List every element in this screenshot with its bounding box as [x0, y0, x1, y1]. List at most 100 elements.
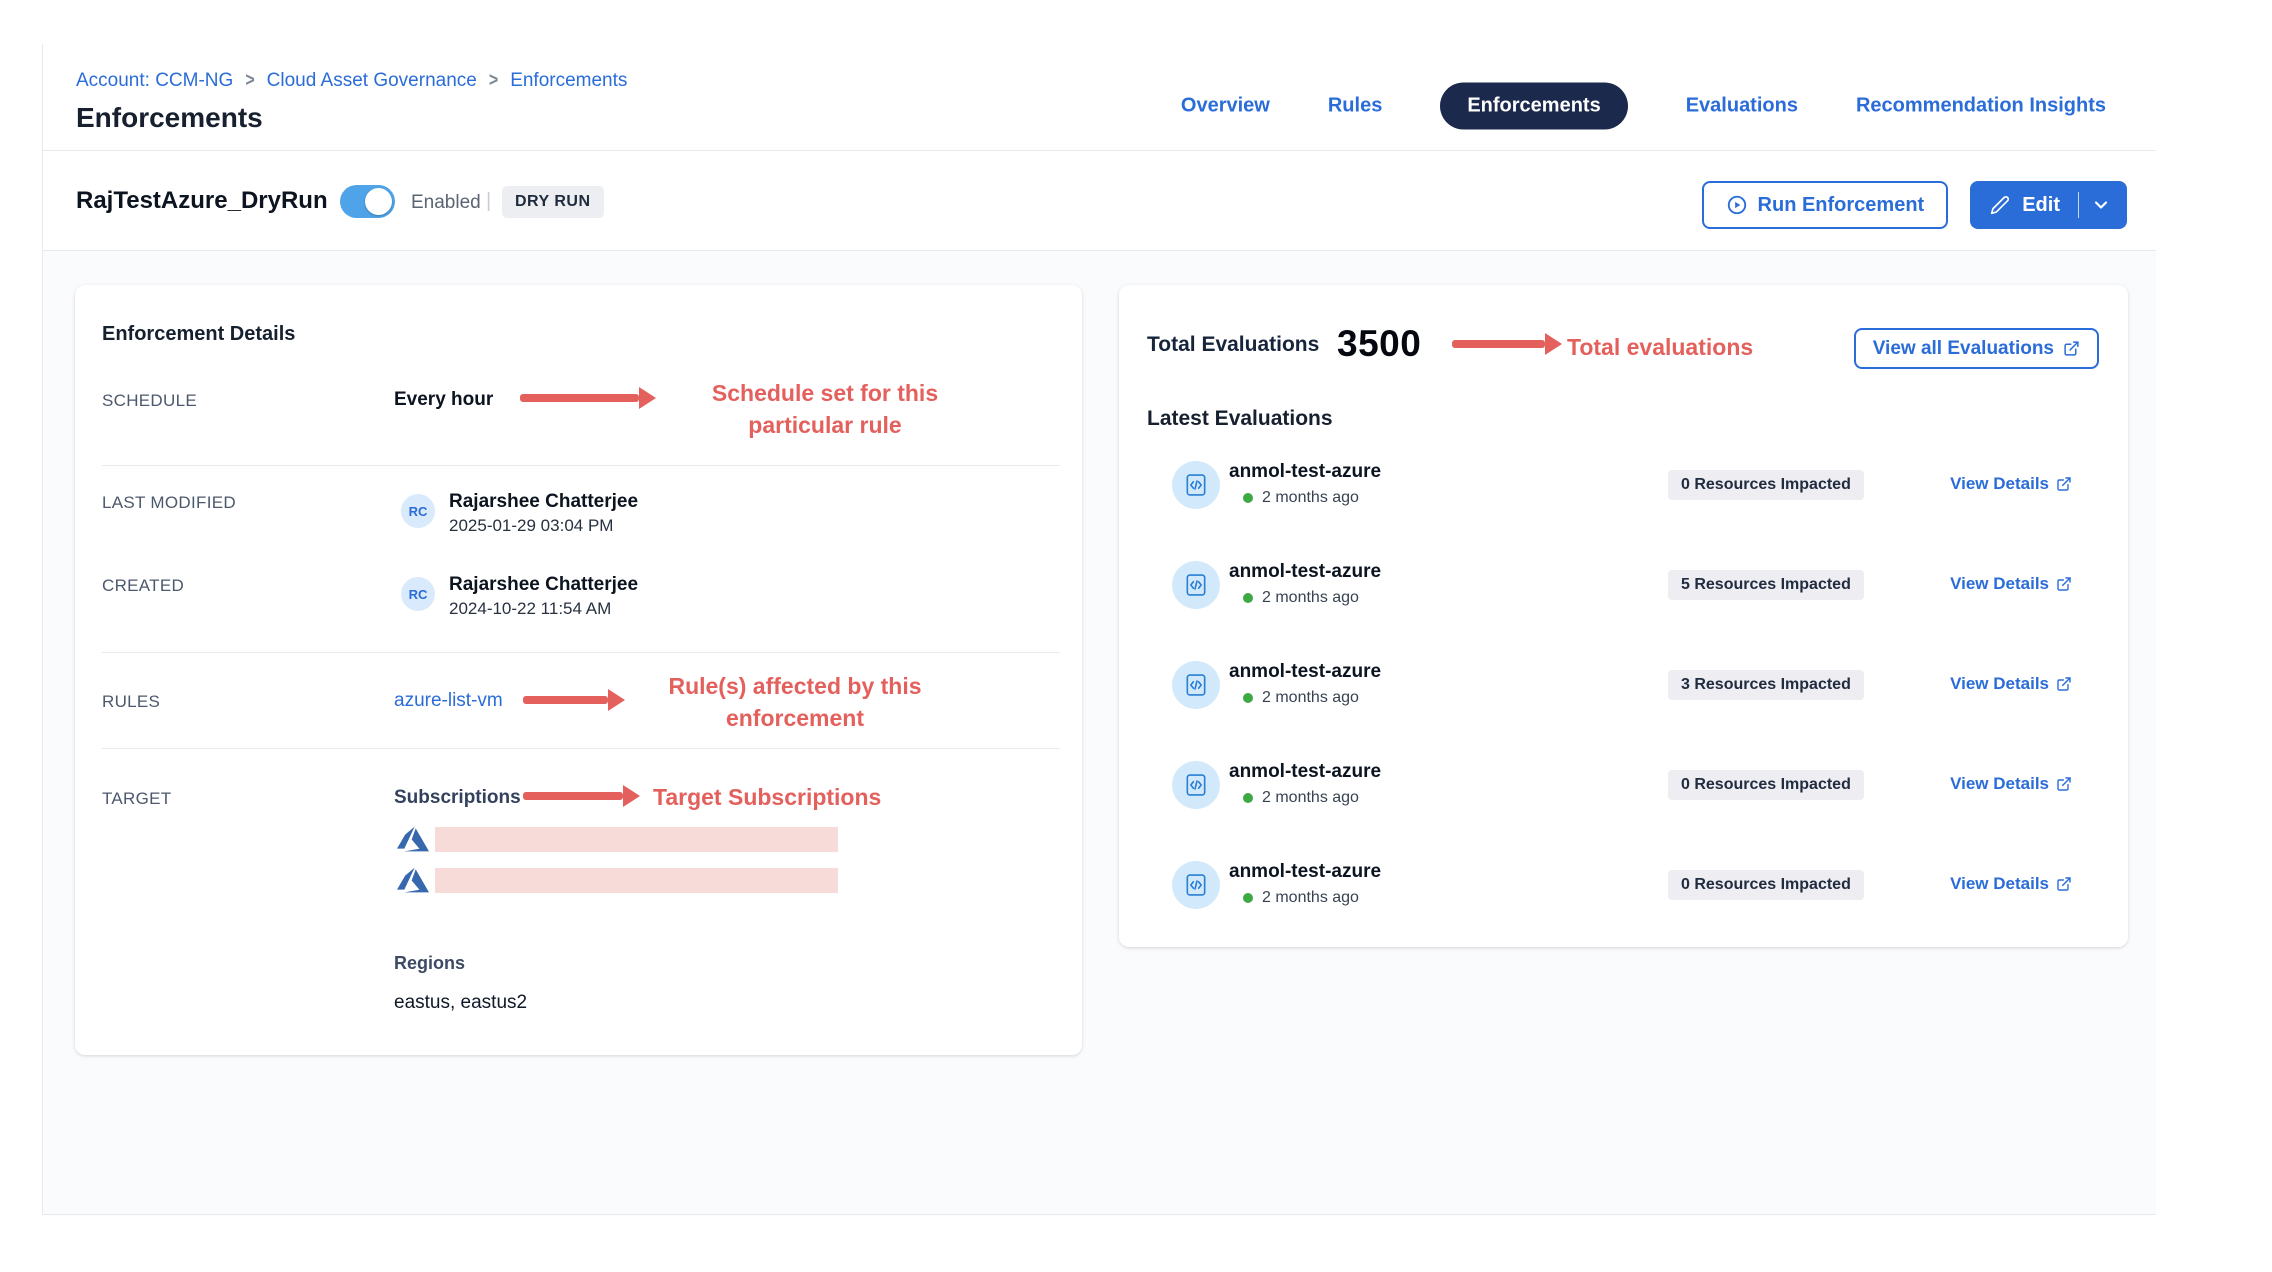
row-divider [102, 652, 1060, 653]
schedule-value: Every hour [394, 389, 493, 411]
view-details-link[interactable]: View Details [1950, 674, 2072, 694]
created-name: Rajarshee Chatterjee [449, 574, 638, 596]
evaluation-code-icon [1172, 661, 1220, 709]
view-all-evaluations-button[interactable]: View all Evaluations [1854, 328, 2099, 369]
view-details-label: View Details [1950, 574, 2049, 594]
breadcrumb-separator-icon: > [245, 70, 254, 92]
external-link-icon [2056, 776, 2072, 792]
schedule-annotation-arrow-icon [520, 387, 656, 409]
schedule-label: SCHEDULE [102, 391, 197, 411]
nav-tabs: Overview Rules Enforcements Evaluations … [1181, 83, 2106, 130]
evaluation-code-icon [1172, 561, 1220, 609]
content-panel: Account: CCM-NG > Cloud Asset Governance… [42, 44, 2156, 1215]
rules-annotation: Rule(s) affected by this enforcement [635, 670, 955, 734]
toggle-knob [365, 188, 392, 215]
evaluation-row: anmol-test-azure 2 months ago 5 Resource… [1119, 561, 2128, 633]
regions-value: eastus, eastus2 [394, 992, 527, 1014]
run-enforcement-label: Run Enforcement [1758, 194, 1925, 217]
avatar: RC [401, 577, 435, 611]
evaluation-name: anmol-test-azure [1229, 661, 1381, 683]
breadcrumb: Account: CCM-NG > Cloud Asset Governance… [76, 70, 627, 92]
view-details-link[interactable]: View Details [1950, 474, 2072, 494]
azure-logo-icon [397, 864, 429, 896]
breadcrumb-item-account[interactable]: Account: CCM-NG [76, 70, 233, 92]
edit-button[interactable]: Edit [1970, 181, 2127, 229]
subscriptions-label: Subscriptions [394, 787, 521, 809]
last-modified-name: Rajarshee Chatterjee [449, 491, 638, 513]
total-evaluations-label: Total Evaluations [1147, 333, 1319, 357]
avatar: RC [401, 494, 435, 528]
evaluation-time: 2 months ago [1262, 789, 1359, 807]
resources-impacted-badge: 0 Resources Impacted [1668, 870, 1864, 900]
rules-annotation-arrow-icon [523, 689, 625, 711]
tab-recommendation-insights[interactable]: Recommendation Insights [1856, 95, 2106, 118]
schedule-annotation: Schedule set for this particular rule [675, 377, 975, 441]
evaluation-row: anmol-test-azure 2 months ago 0 Resource… [1119, 861, 2128, 933]
page-header: Account: CCM-NG > Cloud Asset Governance… [43, 44, 2156, 151]
evaluation-name: anmol-test-azure [1229, 861, 1381, 883]
pencil-icon [1990, 195, 2010, 215]
breadcrumb-item-cloud-asset-governance[interactable]: Cloud Asset Governance [267, 70, 477, 92]
view-details-link[interactable]: View Details [1950, 774, 2072, 794]
edit-label: Edit [2022, 194, 2060, 217]
enabled-label: Enabled [411, 192, 481, 214]
created-datetime: 2024-10-22 11:54 AM [449, 599, 611, 619]
rule-link[interactable]: azure-list-vm [394, 690, 503, 712]
page-title: Enforcements [76, 102, 263, 134]
dry-run-badge: DRY RUN [502, 186, 604, 218]
breadcrumb-item-enforcements[interactable]: Enforcements [510, 70, 627, 92]
enforcement-header: RajTestAzure_DryRun Enabled | DRY RUN Ru… [43, 151, 2156, 251]
view-details-label: View Details [1950, 874, 2049, 894]
tab-enforcements[interactable]: Enforcements [1440, 83, 1627, 130]
row-divider [102, 465, 1060, 466]
play-circle-icon [1726, 194, 1748, 216]
tab-overview[interactable]: Overview [1181, 95, 1270, 118]
evaluation-row: anmol-test-azure 2 months ago 0 Resource… [1119, 461, 2128, 533]
evaluation-code-icon [1172, 461, 1220, 509]
enabled-toggle[interactable] [340, 185, 395, 218]
evaluation-name: anmol-test-azure [1229, 561, 1381, 583]
tab-evaluations[interactable]: Evaluations [1686, 95, 1798, 118]
view-details-link[interactable]: View Details [1950, 574, 2072, 594]
evaluations-card: Total Evaluations 3500 Total evaluations… [1119, 285, 2128, 947]
external-link-icon [2056, 876, 2072, 892]
label-divider: | [486, 190, 491, 213]
subscription-item [397, 864, 838, 896]
evaluation-time: 2 months ago [1262, 689, 1359, 707]
resources-impacted-badge: 3 Resources Impacted [1668, 670, 1864, 700]
enforcement-name: RajTestAzure_DryRun [76, 187, 328, 215]
last-modified-label: LAST MODIFIED [102, 493, 236, 513]
status-dot-icon [1243, 593, 1253, 603]
target-label: TARGET [102, 789, 172, 809]
tab-rules[interactable]: Rules [1328, 95, 1382, 118]
latest-evaluations-label: Latest Evaluations [1147, 407, 1333, 431]
details-card-title: Enforcement Details [102, 323, 295, 346]
evaluation-time: 2 months ago [1262, 589, 1359, 607]
target-annotation: Target Subscriptions [653, 781, 993, 813]
evaluation-code-icon [1172, 861, 1220, 909]
view-details-link[interactable]: View Details [1950, 874, 2072, 894]
subscription-item [397, 823, 838, 855]
external-link-icon [2056, 476, 2072, 492]
chevron-down-icon[interactable] [2091, 195, 2111, 215]
run-enforcement-button[interactable]: Run Enforcement [1702, 181, 1949, 229]
subscription-id-redacted [435, 827, 838, 852]
resources-impacted-badge: 0 Resources Impacted [1668, 770, 1864, 800]
header-actions: Run Enforcement Edit [1702, 181, 2127, 229]
total-annotation-arrow-icon [1452, 333, 1562, 355]
breadcrumb-separator-icon: > [489, 70, 498, 92]
evaluation-time: 2 months ago [1262, 489, 1359, 507]
status-dot-icon [1243, 793, 1253, 803]
evaluation-code-icon [1172, 761, 1220, 809]
target-annotation-arrow-icon [523, 785, 640, 807]
button-divider [2078, 192, 2079, 218]
main-content: Enforcement Details SCHEDULE Every hour … [43, 251, 2156, 1214]
status-dot-icon [1243, 493, 1253, 503]
view-details-label: View Details [1950, 674, 2049, 694]
regions-label: Regions [394, 953, 465, 974]
resources-impacted-badge: 0 Resources Impacted [1668, 470, 1864, 500]
external-link-icon [2063, 340, 2080, 357]
status-dot-icon [1243, 893, 1253, 903]
view-all-evaluations-label: View all Evaluations [1873, 338, 2054, 360]
evaluation-row: anmol-test-azure 2 months ago 3 Resource… [1119, 661, 2128, 733]
